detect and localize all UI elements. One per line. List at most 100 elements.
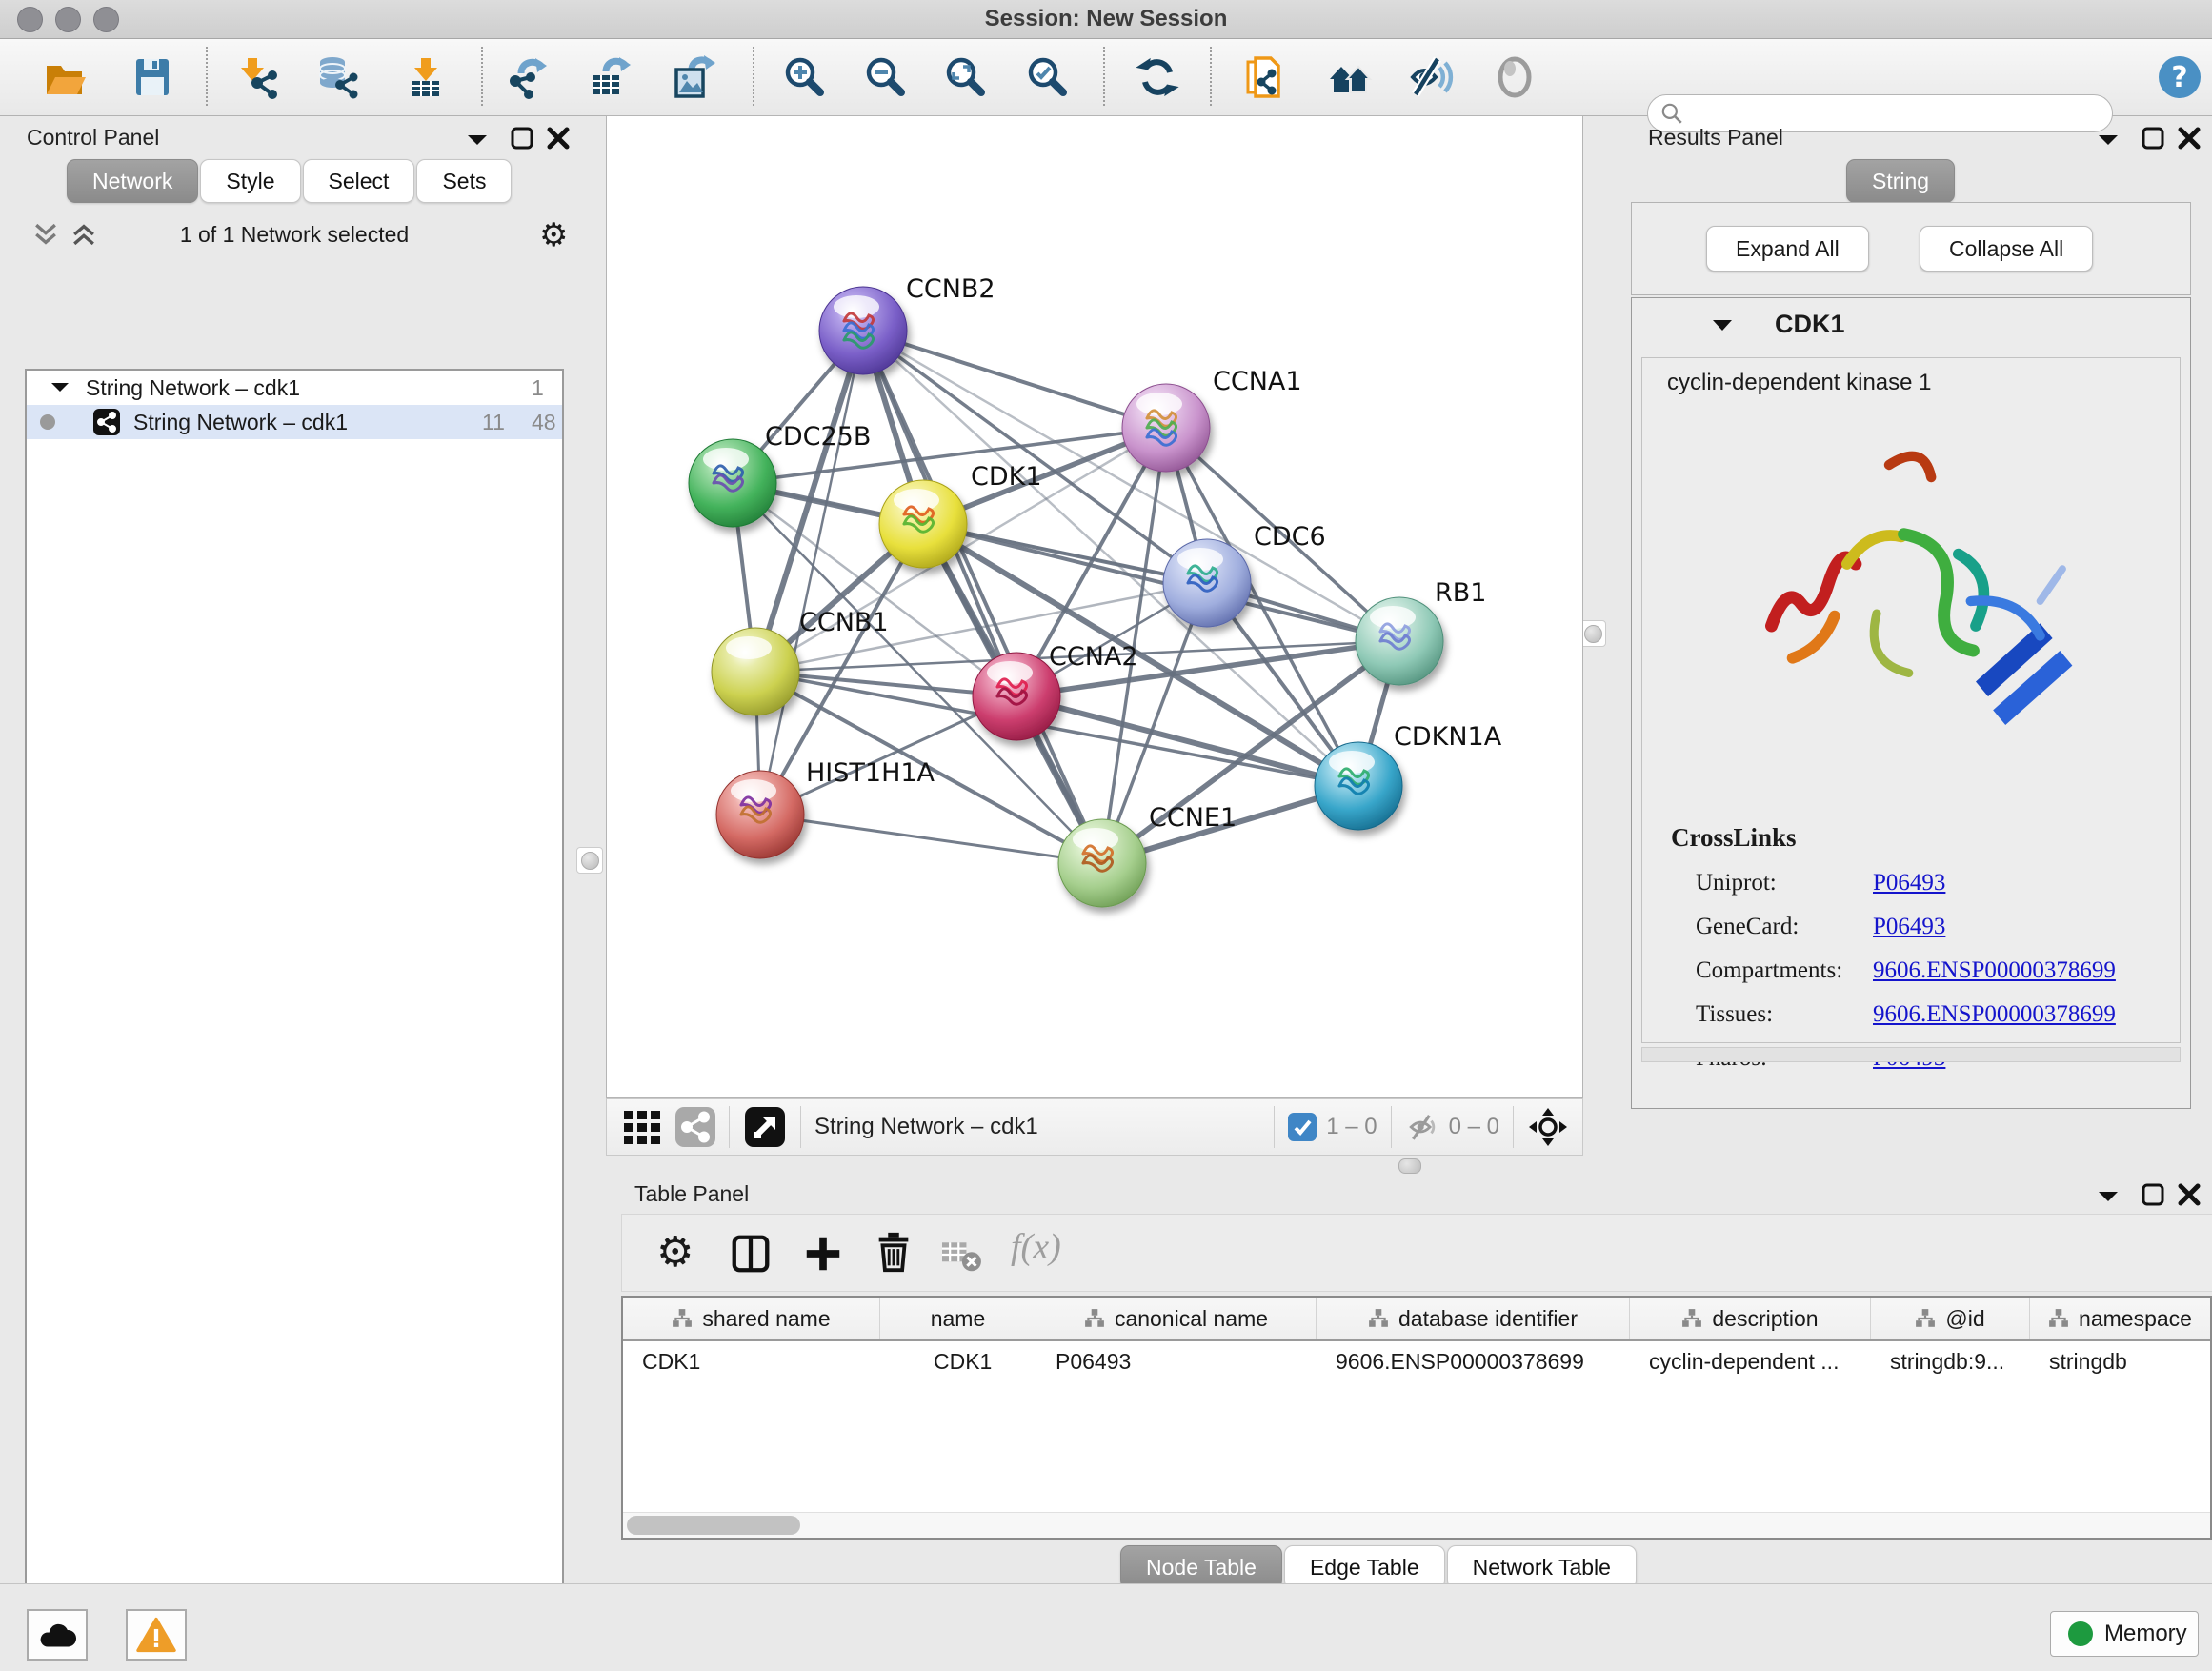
network-canvas-svg[interactable]: CCNB2CCNA1CDC25BCDK1CDC6RB1CCNB1CCNA2CDK…	[607, 116, 1582, 1097]
fit-content-crosshair-icon[interactable]	[1527, 1106, 1569, 1148]
edge-CCNB2-CCNA1[interactable]	[863, 331, 1166, 428]
table-panel-menu-icon[interactable]	[2096, 1187, 2121, 1206]
node-CCNB1[interactable]	[712, 628, 799, 715]
cell-database-identifier[interactable]: 9606.ENSP00000378699	[1317, 1341, 1630, 1381]
edge-CCNE1-HIST1H1A[interactable]	[760, 815, 1102, 863]
column-settings-gear-icon[interactable]: ⚙	[656, 1228, 694, 1277]
column-header-description[interactable]: description	[1630, 1298, 1871, 1339]
expand-all-button[interactable]: Expand All	[1706, 226, 1869, 272]
table-hscrollbar[interactable]	[623, 1512, 2210, 1538]
column-header-database-identifier[interactable]: database identifier	[1317, 1298, 1630, 1339]
network-view-mode-icon[interactable]	[675, 1107, 715, 1147]
homes-icon[interactable]	[1327, 54, 1373, 100]
results-panel-float-icon[interactable]	[2140, 125, 2166, 151]
node-RB1[interactable]	[1356, 597, 1443, 685]
hidden-eye-icon[interactable]	[1405, 1111, 1441, 1143]
tab-style[interactable]: Style	[200, 159, 300, 203]
import-database-icon[interactable]	[315, 54, 361, 100]
network-row-selected[interactable]: String Network – cdk1 11 48	[27, 405, 562, 439]
cell-name[interactable]: CDK1	[880, 1341, 1036, 1381]
table-panel-title: Table Panel	[634, 1181, 749, 1207]
table-hscrollbar-thumb[interactable]	[627, 1516, 800, 1535]
show-columns-icon[interactable]	[729, 1232, 773, 1276]
warning-status-button[interactable]	[126, 1609, 187, 1661]
results-panel-close-icon[interactable]	[2176, 125, 2202, 151]
control-panel-float-icon[interactable]	[509, 125, 535, 151]
node-CDC25B[interactable]	[689, 439, 776, 527]
node-label-CDC6: CDC6	[1254, 522, 1326, 552]
compartments-link[interactable]: 9606.ENSP00000378699	[1873, 957, 2116, 983]
delete-column-icon[interactable]	[872, 1230, 915, 1274]
save-session-icon[interactable]	[130, 54, 175, 100]
cell-description[interactable]: cyclin-dependent ...	[1630, 1341, 1871, 1381]
create-column-icon[interactable]	[801, 1232, 845, 1276]
results-panel-menu-icon[interactable]	[2096, 131, 2121, 150]
hide-show-panels-icon[interactable]	[1409, 54, 1455, 100]
cell-namespace[interactable]: stringdb	[2030, 1341, 2210, 1381]
cell-shared-name[interactable]: CDK1	[623, 1341, 880, 1381]
edge-CCNB2-HIST1H1A[interactable]	[760, 331, 863, 815]
column-header-name[interactable]: name	[880, 1298, 1036, 1339]
memory-button[interactable]: Memory	[2050, 1611, 2199, 1657]
zoom-selected-icon[interactable]	[1025, 54, 1071, 100]
uniprot-link[interactable]: P06493	[1873, 870, 1945, 896]
grid-view-icon[interactable]	[622, 1107, 662, 1147]
tab-sets[interactable]: Sets	[416, 159, 512, 203]
node-CCNE1[interactable]	[1058, 819, 1146, 907]
network-collection-row[interactable]: String Network – cdk1 1	[27, 371, 562, 405]
show-graphics-icon[interactable]	[1492, 54, 1538, 100]
selected-checkbox-icon[interactable]	[1288, 1113, 1317, 1141]
tab-network[interactable]: Network	[67, 159, 198, 203]
open-session-icon[interactable]	[42, 54, 88, 100]
collapse-all-button[interactable]: Collapse All	[1920, 226, 2093, 272]
table-panel-float-icon[interactable]	[2140, 1181, 2166, 1208]
node-CDKN1A[interactable]	[1315, 742, 1402, 830]
column-header-canonical-name[interactable]: canonical name	[1036, 1298, 1317, 1339]
network-view-canvas[interactable]: CCNB2CCNA1CDC25BCDK1CDC6RB1CCNB1CCNA2CDK…	[606, 115, 1583, 1098]
cloud-status-button[interactable]	[27, 1609, 88, 1661]
node-CCNB2[interactable]	[819, 287, 907, 374]
import-network-icon[interactable]	[236, 54, 282, 100]
table-panel-close-icon[interactable]	[2176, 1181, 2202, 1208]
zoom-fit-icon[interactable]	[943, 54, 989, 100]
refresh-icon[interactable]	[1135, 54, 1180, 100]
node-section-expander-icon[interactable]	[1710, 317, 1735, 334]
delete-table-icon[interactable]	[940, 1236, 982, 1274]
minimize-window-button[interactable]	[55, 7, 81, 32]
node-CCNA2[interactable]	[973, 653, 1060, 740]
zoom-in-icon[interactable]	[782, 54, 828, 100]
node-HIST1H1A[interactable]	[716, 771, 804, 858]
close-window-button[interactable]	[17, 7, 43, 32]
column-header-shared-name[interactable]: shared name	[623, 1298, 880, 1339]
node-CDK1[interactable]	[879, 480, 967, 568]
node-CCNA1[interactable]	[1122, 384, 1210, 472]
control-panel-close-icon[interactable]	[545, 125, 572, 151]
import-table-icon[interactable]	[403, 54, 449, 100]
node-CDC6[interactable]	[1163, 539, 1251, 627]
right-splitter-handle[interactable]	[1579, 620, 1606, 647]
function-builder-icon[interactable]: f(x)	[1011, 1226, 1061, 1268]
results-scrollbar[interactable]	[1641, 1047, 2181, 1062]
left-splitter-handle[interactable]	[576, 847, 603, 874]
tab-string[interactable]: String	[1846, 159, 1955, 203]
network-options-gear-icon[interactable]: ⚙	[539, 216, 568, 254]
birdseye-view-icon[interactable]	[743, 1105, 787, 1149]
tree-expander-icon[interactable]	[50, 380, 70, 395]
genecard-link[interactable]: P06493	[1873, 914, 1945, 939]
column-header-namespace[interactable]: namespace	[2030, 1298, 2210, 1339]
tab-select[interactable]: Select	[303, 159, 415, 203]
maximize-window-button[interactable]	[93, 7, 119, 32]
tissues-link[interactable]: 9606.ENSP00000378699	[1873, 1001, 2116, 1027]
zoom-out-icon[interactable]	[863, 54, 909, 100]
bottom-splitter-handle[interactable]	[1398, 1158, 1421, 1174]
export-network-icon[interactable]	[504, 54, 550, 100]
column-header-id[interactable]: @id	[1871, 1298, 2030, 1339]
table-row[interactable]: CDK1 CDK1 P06493 9606.ENSP00000378699 cy…	[623, 1341, 2210, 1381]
export-table-icon[interactable]	[587, 54, 633, 100]
share-file-icon[interactable]	[1242, 54, 1288, 100]
control-panel-menu-icon[interactable]	[465, 131, 490, 150]
cell-canonical-name[interactable]: P06493	[1036, 1341, 1317, 1381]
cell-id[interactable]: stringdb:9...	[1871, 1341, 2030, 1381]
help-icon[interactable]: ?	[2157, 54, 2202, 100]
export-image-icon[interactable]	[671, 54, 716, 100]
